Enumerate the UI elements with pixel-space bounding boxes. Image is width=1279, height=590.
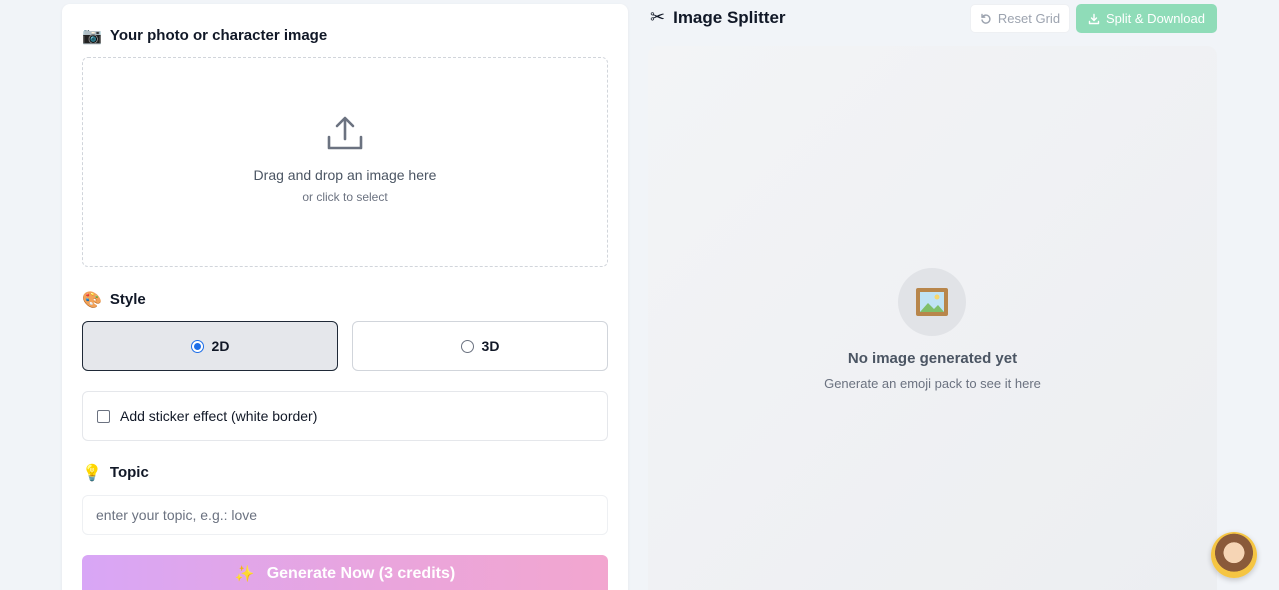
style-option-2d-label: 2D <box>211 338 230 354</box>
upload-icon <box>327 116 363 149</box>
radio-2d[interactable] <box>190 339 204 353</box>
topic-section-title: 💡 Topic <box>82 464 149 481</box>
palette-icon: 🎨 <box>82 289 102 309</box>
style-option-3d[interactable]: 3D <box>352 321 608 371</box>
framed-picture-icon <box>916 288 948 316</box>
empty-state-subtitle: Generate an emoji pack to see it here <box>824 376 1041 391</box>
split-download-button[interactable]: Split & Download <box>1076 4 1217 33</box>
upload-title-text: Your photo or character image <box>109 27 328 44</box>
empty-state-title: No image generated yet <box>847 350 1018 367</box>
reset-icon <box>981 13 991 24</box>
dropzone-main-text: Drag and drop an image here <box>253 166 437 183</box>
style-section-title: 🎨 Style <box>82 291 146 308</box>
lightbulb-icon: 💡 <box>82 462 102 482</box>
user-avatar[interactable] <box>1211 532 1257 578</box>
generate-button-label: Generate Now (3 credits) <box>266 565 456 582</box>
camera-icon: 📷 <box>82 25 102 45</box>
topic-input[interactable] <box>82 495 608 535</box>
scissors-icon: ✂ <box>650 7 666 28</box>
preview-area: No image generated yet Generate an emoji… <box>648 46 1217 590</box>
reset-grid-button[interactable]: Reset Grid <box>970 4 1070 33</box>
splitter-title: ✂ Image Splitter <box>650 8 786 28</box>
empty-state-circle <box>898 268 966 336</box>
generator-card: 📷 Your photo or character image Drag and… <box>62 4 628 590</box>
sticker-effect-option[interactable]: Add sticker effect (white border) <box>82 391 608 441</box>
image-dropzone[interactable]: Drag and drop an image here or click to … <box>82 57 608 267</box>
sticker-label: Add sticker effect (white border) <box>120 408 318 424</box>
style-option-2d[interactable]: 2D <box>82 321 338 371</box>
reset-grid-label: Reset Grid <box>997 11 1061 26</box>
download-icon <box>1088 13 1100 24</box>
topic-title-text: Topic <box>109 464 149 481</box>
style-option-3d-label: 3D <box>481 338 500 354</box>
sparkles-icon: ✨ <box>234 564 255 583</box>
sticker-checkbox[interactable] <box>97 409 110 423</box>
generate-button[interactable]: ✨ Generate Now (3 credits) <box>82 555 608 590</box>
splitter-title-text: Image Splitter <box>673 8 786 27</box>
split-download-label: Split & Download <box>1106 11 1205 26</box>
upload-section-title: 📷 Your photo or character image <box>82 27 327 44</box>
radio-3d[interactable] <box>460 339 474 353</box>
dropzone-sub-text: or click to select <box>302 189 388 204</box>
style-title-text: Style <box>109 291 146 308</box>
